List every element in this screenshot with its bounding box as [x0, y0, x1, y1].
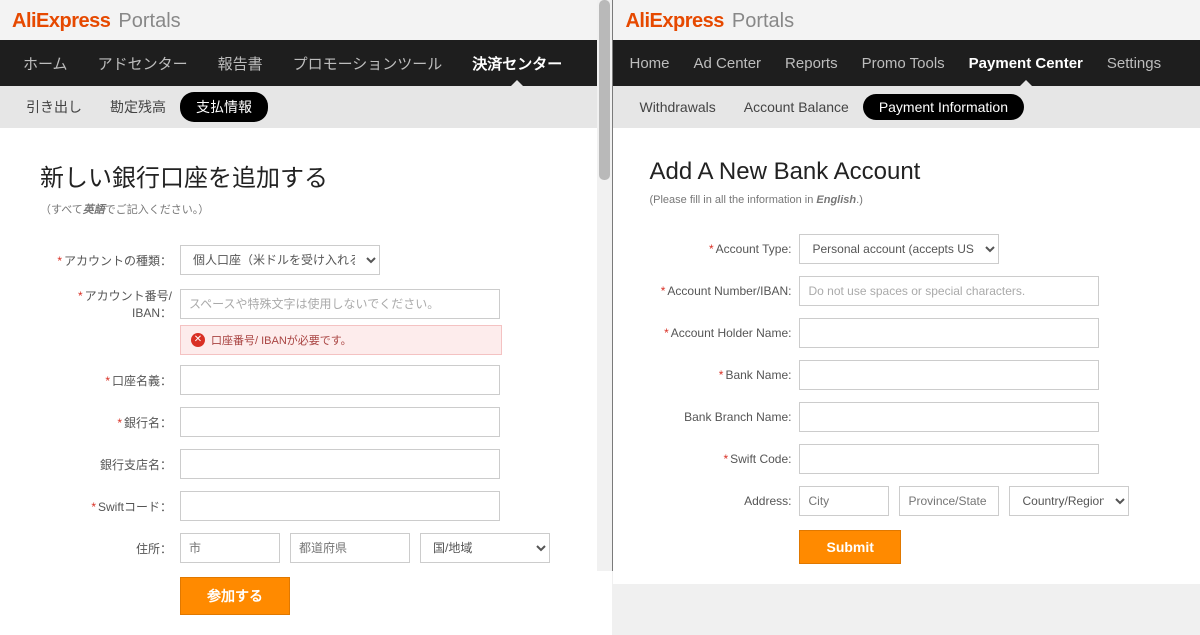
page-subtitle: （すべて英語でご記入ください。） — [40, 201, 572, 217]
label-bank-name: *Bank Name: — [649, 368, 799, 382]
label-account-number: *Account Number/IBAN: — [649, 284, 799, 298]
form-content: 新しい銀行口座を追加する （すべて英語でご記入ください。） *アカウントの種類：… — [0, 128, 612, 635]
brand-portals: Portals — [118, 10, 180, 33]
label-swift: *Swiftコード： — [40, 498, 180, 515]
bank-name-input[interactable] — [799, 360, 1099, 390]
subtitle-suffix: .) — [856, 194, 863, 206]
nav-promo-tools[interactable]: プロモーションツール — [278, 40, 458, 86]
branch-name-input[interactable] — [180, 449, 500, 479]
submit-button[interactable]: Submit — [799, 530, 900, 564]
page-title: 新しい銀行口座を追加する — [40, 158, 572, 193]
account-number-input[interactable] — [799, 276, 1099, 306]
nav-home[interactable]: Home — [617, 40, 681, 86]
bank-name-input[interactable] — [180, 407, 500, 437]
subnav-account-balance[interactable]: Account Balance — [730, 94, 863, 120]
account-number-input[interactable] — [180, 289, 500, 319]
submit-button[interactable]: 参加する — [180, 577, 290, 615]
form-content: Add A New Bank Account (Please fill in a… — [613, 128, 1200, 584]
label-account-holder: *口座名義： — [40, 372, 180, 389]
nav-ad-center[interactable]: Ad Center — [682, 40, 774, 86]
address-province-input[interactable] — [290, 533, 410, 563]
nav-sub: 引き出し 勘定残高 支払情報 — [0, 86, 612, 128]
label-address: 住所： — [40, 540, 180, 557]
label-swift: *Swift Code: — [649, 452, 799, 466]
account-number-error: ✕ 口座番号/ IBANが必要です。 — [180, 325, 502, 355]
brand-bar: AliExpress Portals — [0, 0, 612, 40]
address-country-select[interactable]: Country/Region — [1009, 486, 1129, 516]
subtitle-prefix: （すべて — [40, 204, 83, 216]
scrollbar-thumb[interactable] — [599, 0, 610, 180]
label-account-holder: *Account Holder Name: — [649, 326, 799, 340]
brand-ali: AliExpress — [12, 10, 110, 33]
label-account-number: *アカウント番号/ IBAN： — [40, 287, 180, 321]
subtitle-suffix: でご記入ください。） — [105, 204, 210, 216]
error-icon: ✕ — [191, 333, 205, 347]
subnav-account-balance[interactable]: 勘定残高 — [96, 92, 180, 122]
nav-payment-center[interactable]: Payment Center — [957, 40, 1095, 86]
nav-ad-center[interactable]: アドセンター — [83, 40, 203, 86]
nav-settings[interactable]: Settings — [1095, 40, 1173, 86]
nav-main: Home Ad Center Reports Promo Tools Payme… — [613, 40, 1200, 86]
subnav-withdrawals[interactable]: Withdrawals — [625, 94, 729, 120]
swift-code-input[interactable] — [799, 444, 1099, 474]
error-text: 口座番号/ IBANが必要です。 — [211, 332, 352, 348]
address-city-input[interactable] — [180, 533, 280, 563]
nav-reports[interactable]: 報告書 — [203, 40, 278, 86]
account-type-select[interactable]: Personal account (accepts USD) — [799, 234, 999, 264]
address-province-input[interactable] — [899, 486, 999, 516]
label-address: Address: — [649, 494, 799, 508]
page-subtitle: (Please fill in all the information in E… — [649, 194, 1160, 206]
label-account-type: *アカウントの種類： — [40, 252, 180, 269]
account-holder-input[interactable] — [799, 318, 1099, 348]
nav-sub: Withdrawals Account Balance Payment Info… — [613, 86, 1200, 128]
brand-ali: AliExpress — [625, 10, 723, 33]
label-branch-name: Bank Branch Name: — [649, 410, 799, 424]
subnav-payment-information[interactable]: 支払情報 — [180, 92, 268, 122]
address-country-select[interactable]: 国/地域 — [420, 533, 550, 563]
label-branch-name: 銀行支店名： — [40, 456, 180, 473]
label-bank-name: *銀行名： — [40, 414, 180, 431]
nav-promo-tools[interactable]: Promo Tools — [850, 40, 957, 86]
subnav-withdrawals[interactable]: 引き出し — [12, 92, 96, 122]
subtitle-em: 英語 — [83, 204, 105, 216]
swift-code-input[interactable] — [180, 491, 500, 521]
subtitle-em: English — [816, 194, 856, 206]
nav-payment-center[interactable]: 決済センター — [457, 40, 577, 86]
page-title: Add A New Bank Account — [649, 158, 1160, 186]
scrollbar[interactable] — [597, 0, 612, 571]
account-type-select[interactable]: 個人口座（米ドルを受け入れる） — [180, 245, 380, 275]
nav-main: ホーム アドセンター 報告書 プロモーションツール 決済センター — [0, 40, 612, 86]
subnav-payment-information[interactable]: Payment Information — [863, 94, 1024, 120]
branch-name-input[interactable] — [799, 402, 1099, 432]
address-city-input[interactable] — [799, 486, 889, 516]
nav-reports[interactable]: Reports — [773, 40, 850, 86]
subtitle-prefix: (Please fill in all the information in — [649, 194, 816, 206]
brand-bar: AliExpress Portals — [613, 0, 1200, 40]
label-account-type: *Account Type: — [649, 242, 799, 256]
nav-home[interactable]: ホーム — [8, 40, 83, 86]
account-holder-input[interactable] — [180, 365, 500, 395]
brand-portals: Portals — [732, 10, 794, 33]
